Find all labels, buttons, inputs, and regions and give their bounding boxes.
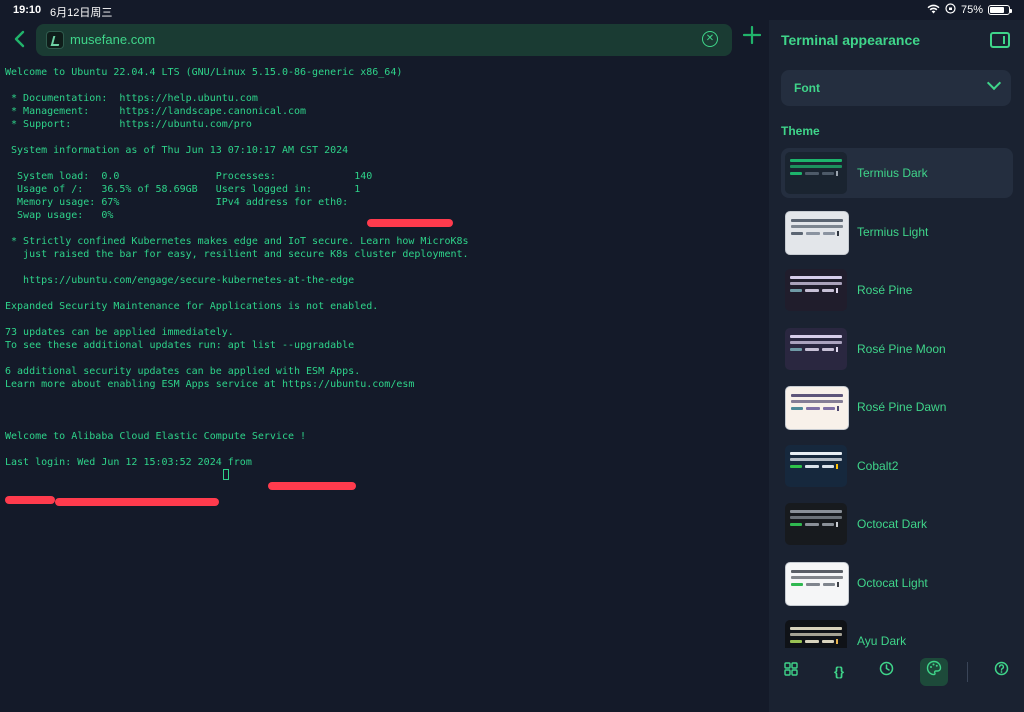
appearance-sidebar: Terminal appearance Font Theme Termius D… xyxy=(769,20,1024,712)
terminal-output[interactable]: Welcome to Ubuntu 22.04.4 LTS (GNU/Linux… xyxy=(5,66,765,706)
add-tab-button[interactable] xyxy=(740,25,764,50)
theme-preview-thumbnail xyxy=(785,386,849,430)
theme-name: Termius Dark xyxy=(857,166,928,180)
battery-percent: 75% xyxy=(960,4,983,16)
url-bar[interactable]: musefane.com ✕ xyxy=(36,24,732,56)
theme-preview-thumbnail xyxy=(785,561,849,606)
battery-icon xyxy=(988,5,1012,15)
terminal-line: Last login: Wed Jun 12 15:03:52 2024 fro… xyxy=(5,457,258,468)
wifi-icon xyxy=(927,4,940,17)
theme-name: Ayu Dark xyxy=(857,634,907,648)
back-button[interactable] xyxy=(8,28,30,50)
theme-name: Octocat Dark xyxy=(857,517,928,531)
orientation-lock-icon xyxy=(945,3,956,17)
terminal-cursor xyxy=(223,469,229,480)
terminal-line: just raised the bar for easy, resilient … xyxy=(5,249,469,260)
theme-preview-thumbnail xyxy=(785,210,849,255)
theme-preview-thumbnail xyxy=(785,269,847,311)
sidebar-title: Terminal appearance xyxy=(781,32,921,48)
terminal-line: Expanded Security Maintenance for Applic… xyxy=(5,301,379,312)
terminal-line: * Strictly confined Kubernetes makes edg… xyxy=(5,236,469,247)
sidebar-bottom-bar: {} xyxy=(769,652,1024,692)
terminal-line: To see these additional updates run: apt… xyxy=(5,340,355,351)
theme-name: Termius Light xyxy=(857,224,929,239)
palette-icon[interactable] xyxy=(920,658,948,686)
terminal-line: 6 additional security updates can be app… xyxy=(5,366,361,377)
terminal-line: Learn more about enabling ESM Apps servi… xyxy=(5,379,415,390)
chevron-down-icon xyxy=(986,75,1002,91)
terminal-line: Usage of /: 36.5% of 58.69GB Users logge… xyxy=(5,184,361,195)
terminal-prompt-line[interactable] xyxy=(5,469,765,482)
history-icon[interactable] xyxy=(874,660,898,684)
battery-level xyxy=(990,7,1004,13)
terminal-line: System load: 0.0 Processes: 140 xyxy=(5,171,373,182)
terminal-panel: musefane.com ✕ Welcome to Ubuntu 22.04.4… xyxy=(0,20,768,712)
redaction-mark xyxy=(367,219,453,227)
terminal-line: Memory usage: 67% IPv4 address for eth0: xyxy=(5,197,355,208)
status-time: 19:10 xyxy=(13,4,42,16)
url-text[interactable]: musefane.com xyxy=(70,32,155,47)
theme-name: Octocat Light xyxy=(857,575,928,590)
grid-icon[interactable] xyxy=(779,660,803,684)
theme-preview-thumbnail xyxy=(785,327,847,370)
theme-item[interactable]: Termius Light xyxy=(781,207,1013,257)
theme-item[interactable]: Cobalt2 xyxy=(781,441,1013,491)
terminal-line: Welcome to Ubuntu 22.04.4 LTS (GNU/Linux… xyxy=(5,67,403,78)
terminal-line: Welcome to Alibaba Cloud Elastic Compute… xyxy=(5,431,307,442)
terminal-line: 73 updates can be applied immediately. xyxy=(5,327,234,338)
plus-icon xyxy=(742,25,762,45)
terminal-line: https://ubuntu.com/engage/secure-kuberne… xyxy=(5,275,355,286)
redaction-mark xyxy=(268,482,356,490)
status-bar: 19:10 6月12日周三 75% xyxy=(0,0,1024,20)
theme-preview-thumbnail xyxy=(785,503,847,545)
help-icon[interactable] xyxy=(989,660,1013,684)
theme-item[interactable]: Ayu Dark xyxy=(781,616,1013,648)
font-dropdown[interactable]: Font xyxy=(781,70,1011,106)
theme-preview-thumbnail xyxy=(785,152,847,194)
site-logo-icon xyxy=(46,31,64,49)
theme-name: Rosé Pine Dawn xyxy=(857,400,947,414)
terminal-line: * Support: https://ubuntu.com/pro xyxy=(5,119,252,130)
braces-icon[interactable]: {} xyxy=(827,660,851,684)
theme-name: Rosé Pine Moon xyxy=(857,341,946,356)
font-dropdown-label: Font xyxy=(794,81,820,95)
theme-item[interactable]: Octocat Dark xyxy=(781,499,1013,549)
theme-name: Cobalt2 xyxy=(857,458,899,473)
sidebar-toggle-icon[interactable] xyxy=(990,32,1010,48)
theme-item[interactable]: Rosé Pine xyxy=(781,265,1013,315)
theme-list[interactable]: Termius Dark Termius Light Rosé Pine Rosé P… xyxy=(781,148,1013,648)
theme-name: Rosé Pine xyxy=(857,283,913,297)
status-date: 6月12日周三 xyxy=(50,7,113,19)
theme-preview-thumbnail xyxy=(785,444,847,487)
theme-heading: Theme xyxy=(781,124,820,138)
redaction-mark xyxy=(55,498,219,506)
terminal-line: * Documentation: https://help.ubuntu.com xyxy=(5,93,258,104)
chevron-left-icon xyxy=(14,30,25,48)
redaction-mark xyxy=(5,496,55,504)
clear-icon[interactable]: ✕ xyxy=(702,31,718,47)
theme-preview-thumbnail xyxy=(785,620,847,648)
status-right: 75% xyxy=(927,3,1012,17)
theme-item[interactable]: Rosé Pine Dawn xyxy=(781,382,1013,432)
theme-item[interactable]: Octocat Light xyxy=(781,558,1013,608)
theme-item[interactable]: Termius Dark xyxy=(781,148,1013,198)
divider xyxy=(967,662,968,682)
theme-item[interactable]: Rosé Pine Moon xyxy=(781,324,1013,374)
terminal-line: System information as of Thu Jun 13 07:1… xyxy=(5,145,349,156)
terminal-line: * Management: https://landscape.canonica… xyxy=(5,106,307,117)
